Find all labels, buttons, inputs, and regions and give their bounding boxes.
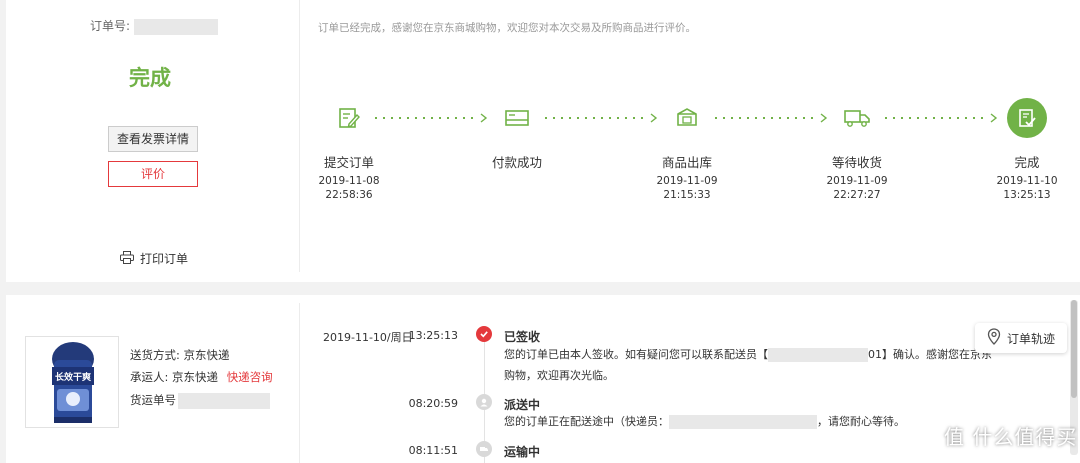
step-label: 商品出库 [661,155,712,170]
carrier-value: 京东快递 [172,370,219,384]
courier-inquiry-link[interactable]: 快递咨询 [227,370,273,384]
step-date: 2019-11-10 [996,175,1058,187]
tracking-number-label: 货运单号 [130,393,176,407]
shipping-method-value: 京东快递 [183,348,230,362]
order-track-button[interactable]: 订单轨迹 [975,323,1067,353]
print-order-label: 打印订单 [140,252,189,266]
event-text: 您的订单正在配送途中（快递员： [504,415,669,428]
event-description: 您的订单已由本人签收。如有疑问您可以联系配送员【 01】确认。感谢您在京东 购物，… [504,344,992,386]
event-time: 08:11:51 [408,444,458,457]
outbound-box-icon [669,100,705,136]
event-status: 运输中 [504,445,541,459]
event-description: 您的订单正在配送途中（快递员： ，请您耐心等待。 [504,411,905,432]
payment-icon [499,100,535,136]
order-track-label: 订单轨迹 [1006,331,1055,346]
tracking-number-masked [178,392,270,409]
step-label: 提交订单 [323,155,374,170]
product-label-text: 长效干爽 [55,373,92,383]
step-label: 完成 [1014,155,1040,170]
step-time: 22:27:27 [833,189,881,201]
completed-check-icon [1007,98,1047,138]
step-date: 2019-11-09 [826,175,888,187]
delivery-truck-icon [839,100,875,136]
order-status-title: 完成 [129,66,171,90]
carrier: 承运人: 京东快递 快递咨询 [130,369,273,385]
step-date: 2019-11-08 [318,175,380,187]
site-watermark: 值 什么值得买 [914,421,1077,450]
review-button[interactable]: 评价 [108,161,198,187]
order-number-label: 订单号: [90,19,131,33]
watermark-text: 值 什么值得买 [944,425,1078,449]
step-time: 21:15:33 [663,189,711,201]
event-text: ，请您耐心等待。 [817,415,905,428]
location-pin-icon [987,328,1001,348]
courier-phone-masked [768,348,868,362]
step-time: 22:58:36 [325,189,373,201]
transit-icon [476,441,492,457]
watermark-logo-icon [914,424,938,447]
printer-icon [120,250,134,267]
shipping-method: 送货方式: 京东快递 [130,347,230,363]
tracking-number: 货运单号 [130,392,270,409]
event-text: 您的订单已由本人签收。如有疑问您可以联系配送员【 [504,348,768,361]
order-complete-message: 订单已经完成，感谢您在京东商城购物，欢迎您对本次交易及所购商品进行评价。 [318,22,696,34]
event-status: 已签收 [504,330,541,344]
step-date: 2019-11-09 [656,175,718,187]
carrier-label: 承运人: [130,370,169,384]
product-image[interactable]: 长效干爽 [25,336,119,428]
courier-name-masked [669,415,817,429]
panel-divider [299,303,300,463]
event-time: 13:25:13 [408,329,458,342]
order-number: 订单号: [90,17,219,35]
event-time: 08:20:59 [408,397,458,410]
event-text: 购物，欢迎再次光临。 [504,369,614,382]
step-label: 等待收货 [831,155,882,170]
scrollbar-thumb[interactable] [1071,300,1077,398]
courier-icon [476,394,492,410]
step-completed: 完成 2019-11-10 13:25:13 [972,98,1080,202]
step-label: 付款成功 [491,155,542,170]
order-number-masked [134,18,219,35]
signed-check-icon [476,326,492,342]
view-invoice-button[interactable]: 查看发票详情 [108,126,198,152]
step-payment: 付款成功 [462,100,572,171]
print-order-button[interactable]: 打印订单 [120,250,188,267]
shipping-method-label: 送货方式: [130,348,180,362]
event-text: 01】确认。感谢您在京东 [868,348,992,361]
step-time: 13:25:13 [1003,189,1051,201]
submit-order-icon [331,100,367,136]
